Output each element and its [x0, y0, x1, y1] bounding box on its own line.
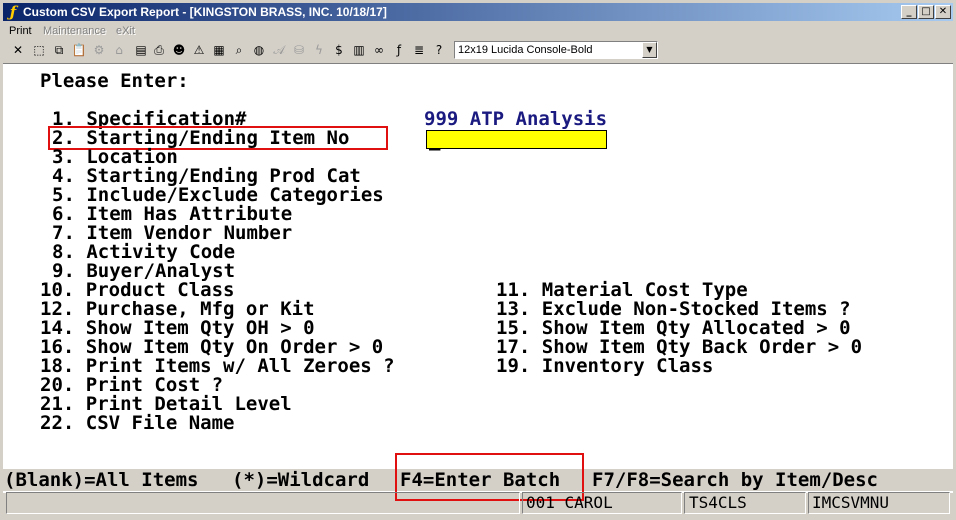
- hint-blank: (Blank)=All Items: [4, 469, 199, 491]
- list-icon[interactable]: ≣: [410, 41, 428, 59]
- link-icon[interactable]: ∞: [370, 41, 388, 59]
- window-title: Custom CSV Export Report - [KINGSTON BRA…: [23, 5, 387, 19]
- search-icon[interactable]: ⌕: [230, 41, 248, 59]
- screen-heading: Please Enter:: [40, 70, 189, 92]
- user-icon[interactable]: ☻: [170, 41, 188, 59]
- bucket-icon[interactable]: ⛁: [290, 41, 308, 59]
- option-19: 19. Inventory Class: [496, 355, 714, 377]
- lightning-icon[interactable]: ϟ: [310, 41, 328, 59]
- chevron-down-icon[interactable]: ▼: [642, 42, 657, 58]
- title-bar[interactable]: ƒ Custom CSV Export Report - [KINGSTON B…: [3, 3, 953, 21]
- text-cursor: _: [429, 129, 441, 151]
- minimize-button[interactable]: _: [901, 5, 917, 19]
- copy-icon[interactable]: ⧉: [50, 41, 68, 59]
- dollar-icon[interactable]: $: [330, 41, 348, 59]
- app-window: ƒ Custom CSV Export Report - [KINGSTON B…: [0, 0, 956, 520]
- help-icon[interactable]: ?: [430, 41, 448, 59]
- menu-maintenance[interactable]: Maintenance: [43, 22, 106, 40]
- printer-icon[interactable]: ⎙: [150, 41, 168, 59]
- calculator-icon[interactable]: ▦: [210, 41, 228, 59]
- menu-bar: Print Maintenance eXit: [3, 22, 953, 40]
- script-icon[interactable]: 𝒜: [270, 41, 288, 59]
- hint-wildcard: (*)=Wildcard: [232, 469, 370, 491]
- globe-icon[interactable]: ◍: [250, 41, 268, 59]
- item-no-input[interactable]: _: [426, 129, 607, 151]
- option-22: 22. CSV File Name: [40, 412, 235, 434]
- notepad-icon[interactable]: ▤: [132, 41, 150, 59]
- specification-value: 999 ATP Analysis: [424, 108, 608, 130]
- paste-icon[interactable]: 📋: [70, 41, 88, 59]
- settings-icon[interactable]: ⚙: [90, 41, 108, 59]
- hint-f7-f8-search[interactable]: F7/F8=Search by Item/Desc: [592, 471, 878, 490]
- status-panel-message: [6, 492, 520, 514]
- menu-exit[interactable]: eXit: [116, 22, 135, 40]
- toolbar: ✕ ⬚ ⧉ 📋 ⚙ ⌂ ▤ ⎙ ☻ ⚠ ▦ ⌕ ◍ 𝒜 ⛁ ϟ $ ▥ ∞ ƒ …: [3, 39, 953, 61]
- chart-icon[interactable]: ▥: [350, 41, 368, 59]
- status-program: IMCSVMNU: [808, 492, 950, 514]
- exit-door-icon[interactable]: ⌂: [110, 41, 128, 59]
- maximize-button[interactable]: □: [918, 5, 934, 19]
- status-terminal: TS4CLS: [684, 492, 806, 514]
- terminal-screen[interactable]: Please Enter: 1. Specification# 999 ATP …: [3, 63, 953, 501]
- font-select-value: 12x19 Lucida Console-Bold: [458, 44, 593, 56]
- status-bar: 001 CAROL TS4CLS IMCSVMNU: [3, 492, 953, 517]
- select-icon[interactable]: ⬚: [30, 41, 48, 59]
- app-logo-icon: ƒ: [9, 3, 17, 21]
- status-user: 001 CAROL: [522, 492, 682, 514]
- close-button[interactable]: ✕: [935, 5, 951, 19]
- warning-icon[interactable]: ⚠: [190, 41, 208, 59]
- menu-print[interactable]: Print: [9, 22, 32, 40]
- cancel-icon[interactable]: ✕: [9, 41, 27, 59]
- function-icon[interactable]: ƒ: [390, 41, 408, 59]
- font-select[interactable]: 12x19 Lucida Console-Bold ▼: [454, 41, 658, 59]
